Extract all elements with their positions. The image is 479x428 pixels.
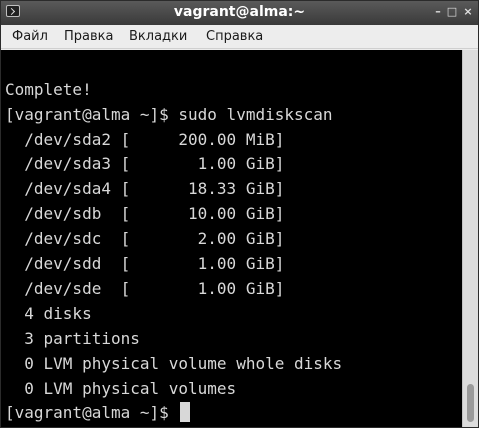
terminal-line: /dev/sde [ 1.00 GiB] [5, 279, 285, 298]
menu-file[interactable]: Файл [12, 29, 48, 44]
close-button[interactable]: × [461, 5, 475, 19]
menu-tabs[interactable]: Вкладки [129, 29, 187, 44]
terminal-line: 0 LVM physical volume whole disks [5, 354, 343, 373]
maximize-button[interactable]: □ [445, 5, 459, 19]
menu-edit[interactable]: Правка [64, 29, 113, 44]
prompt-line[interactable]: [vagrant@alma ~]$ [5, 400, 191, 425]
terminal-output[interactable]: Complete! [vagrant@alma ~]$ sudo lvmdisk… [1, 50, 462, 427]
window-title: vagrant@alma:~ [173, 4, 306, 20]
terminal-line: /dev/sdb [ 10.00 GiB] [5, 204, 285, 223]
terminal-line: 0 LVM physical volumes [5, 379, 237, 398]
shell-prompt: [vagrant@alma ~]$ [5, 403, 179, 422]
terminal-line: /dev/sda2 [ 200.00 MiB] [5, 130, 285, 149]
terminal-line: [vagrant@alma ~]$ sudo lvmdiskscan [5, 105, 333, 124]
terminal-line: Complete! [5, 80, 92, 99]
title-bar[interactable]: vagrant@alma:~ – □ × [1, 1, 478, 25]
terminal-line: /dev/sda3 [ 1.00 GiB] [5, 154, 285, 173]
terminal-window: vagrant@alma:~ – □ × Файл Правка Вкладки… [0, 0, 479, 428]
scrollbar-thumb[interactable] [467, 384, 474, 422]
minimize-button[interactable]: – [431, 5, 445, 19]
text-cursor [180, 402, 191, 422]
terminal-line: /dev/sda4 [ 18.33 GiB] [5, 179, 285, 198]
terminal-line: 4 disks [5, 304, 92, 323]
menu-bar: Файл Правка Вкладки Справка [1, 25, 478, 49]
terminal-line: 3 partitions [5, 329, 140, 348]
menu-help[interactable]: Справка [206, 29, 263, 44]
vertical-scrollbar[interactable] [462, 50, 478, 427]
terminal-line: /dev/sdd [ 1.00 GiB] [5, 254, 285, 273]
terminal-line: /dev/sdc [ 2.00 GiB] [5, 229, 285, 248]
